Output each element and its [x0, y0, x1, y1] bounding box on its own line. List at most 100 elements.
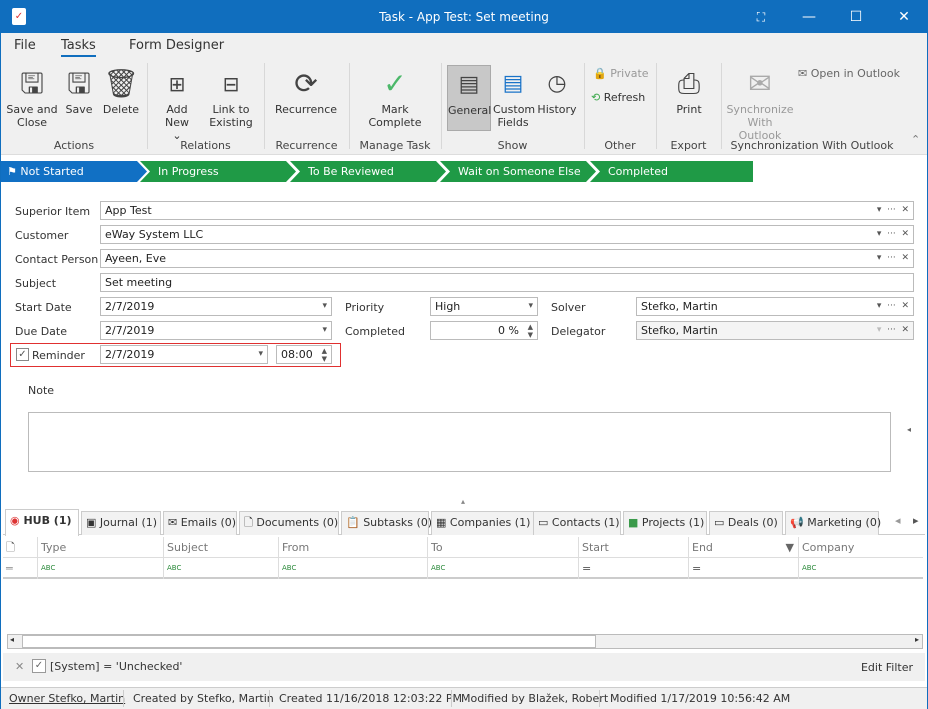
general-button[interactable]: ▤ General — [447, 65, 491, 131]
print-button[interactable]: ⎙ Print — [669, 65, 709, 116]
tab-tasks[interactable]: Tasks — [61, 38, 96, 57]
filter-enabled-checkbox[interactable]: ✓ — [32, 659, 46, 673]
save-button[interactable]: 🖫 Save — [63, 65, 95, 116]
filter-type[interactable]: ABC — [37, 558, 163, 579]
column-type[interactable]: Type — [37, 537, 163, 558]
spin-arrows-icon[interactable]: ▲ ▼ — [322, 347, 327, 363]
due-date-field[interactable]: 2/7/2019 ▾ — [100, 321, 332, 340]
customer-field[interactable]: eWay System LLC ▾ ··· ✕ — [100, 225, 914, 244]
chevron-down-icon: ▾ — [528, 301, 533, 311]
new-row-icon[interactable]: 🗋 — [3, 537, 37, 558]
collapse-ribbon-button[interactable]: ⌃ — [911, 133, 920, 147]
start-date-field[interactable]: 2/7/2019 ▾ — [100, 297, 332, 316]
splitter-up-icon[interactable]: ▴ — [461, 497, 465, 506]
filter-subject[interactable]: ABC — [163, 558, 278, 579]
horizontal-scrollbar[interactable]: ◂ ▸ — [7, 634, 923, 649]
close-button[interactable]: ✕ — [889, 7, 919, 27]
chevron-down-icon[interactable]: ▾ — [258, 346, 263, 363]
save-and-close-button[interactable]: 🖫 Save and Close — [6, 65, 58, 129]
stage-to-be-reviewed[interactable]: To Be Reviewed — [290, 161, 446, 182]
custom-fields-icon: ▤ — [502, 71, 524, 96]
note-textarea[interactable] — [28, 412, 891, 472]
column-company[interactable]: Company — [798, 537, 923, 558]
history-button[interactable]: ◷ History — [537, 65, 577, 116]
private-button[interactable]: 🔒 Private — [593, 67, 649, 81]
filter-company[interactable]: ABC — [798, 558, 923, 579]
contact-person-label: Contact Person — [15, 253, 99, 266]
filter-expression[interactable]: [System] = 'Unchecked' — [50, 660, 182, 673]
filter-from[interactable]: ABC — [278, 558, 427, 579]
divider — [599, 690, 600, 707]
tab-hub[interactable]: ◉ HUB (1) — [5, 509, 79, 536]
filter-start[interactable]: = — [578, 558, 688, 579]
delete-button[interactable]: 🗑 Delete — [102, 65, 140, 116]
divider — [269, 690, 270, 707]
group-relations: Relations — [180, 139, 231, 152]
stage-in-progress[interactable]: In Progress — [140, 161, 296, 182]
tab-scroll-left-icon[interactable]: ◂ — [895, 514, 901, 527]
column-subject[interactable]: Subject — [163, 537, 278, 558]
journal-icon: ▣ — [86, 516, 97, 529]
open-in-outlook-button[interactable]: ✉ Open in Outlook — [798, 67, 900, 81]
owner-link[interactable]: Owner Stefko, Martin — [9, 692, 125, 705]
tab-marketing[interactable]: 📢 Marketing (0) — [785, 511, 881, 535]
recurrence-button[interactable]: ⟳ Recurrence — [273, 65, 339, 116]
column-end[interactable]: End ▼ — [688, 537, 798, 558]
completed-spinner[interactable]: 0 % ▲ ▼ — [430, 321, 538, 340]
priority-select[interactable]: High ▾ — [430, 297, 538, 316]
reminder-label: Reminder — [32, 349, 85, 362]
scrollbar-thumb[interactable] — [22, 635, 596, 648]
contact-person-field[interactable]: Ayeen, Eve ▾ ··· ✕ — [100, 249, 914, 268]
stage-not-started[interactable]: ⚑ Not Started — [1, 161, 147, 182]
clear-filter-icon[interactable]: ✕ — [15, 660, 24, 673]
add-new-button[interactable]: ⊞ Add New ⌄ — [153, 65, 201, 142]
tab-companies[interactable]: ▦ Companies (1) — [431, 511, 535, 535]
solver-field[interactable]: Stefko, Martin ▾ ··· ✕ — [636, 297, 914, 316]
tab-emails[interactable]: ✉ Emails (0) — [163, 511, 237, 535]
collapse-left-icon[interactable]: ◂ — [907, 425, 911, 434]
reminder-date-field[interactable]: 2/7/2019 ▾ — [100, 345, 268, 364]
tab-deals[interactable]: ▭ Deals (0) — [709, 511, 783, 535]
maximize-button[interactable]: ☐ — [841, 7, 871, 27]
scroll-right-icon[interactable]: ▸ — [915, 635, 919, 644]
column-from[interactable]: From — [278, 537, 427, 558]
tab-file[interactable]: File — [14, 38, 36, 53]
link-existing-button[interactable]: ⊟ Link to Existing — [205, 65, 257, 129]
chevron-down-icon[interactable]: ▾ — [322, 322, 327, 339]
tab-scroll-right-icon[interactable]: ▸ — [913, 514, 919, 527]
tab-journal[interactable]: ▣ Journal (1) — [81, 511, 161, 535]
reminder-checkbox[interactable]: ✓ — [16, 348, 29, 361]
custom-fields-button[interactable]: ▤ Custom Fields — [493, 65, 535, 129]
dropdown-more-clear-icons[interactable]: ▾ ··· ✕ — [877, 250, 909, 267]
dropdown-more-clear-icons[interactable]: ▾ ··· ✕ — [877, 226, 909, 243]
tab-contacts[interactable]: ▭ Contacts (1) — [533, 511, 621, 535]
dropdown-more-clear-icons[interactable]: ▾ ··· ✕ — [877, 202, 909, 219]
tab-projects[interactable]: ■ Projects (1) — [623, 511, 707, 535]
chevron-down-icon[interactable]: ▾ — [322, 298, 327, 315]
stage-wait-on-someone-else[interactable]: Wait on Someone Else — [440, 161, 596, 182]
superior-item-field[interactable]: App Test ▾ ··· ✕ — [100, 201, 914, 220]
edit-filter-button[interactable]: Edit Filter — [861, 661, 913, 674]
tab-documents[interactable]: 🗋 Documents (0) — [239, 511, 339, 535]
stage-completed[interactable]: Completed — [590, 161, 753, 182]
refresh-button[interactable]: ⟲ Refresh — [591, 91, 645, 105]
ribbon: 🖫 Save and Close 🖫 Save 🗑 Delete Actions ⊞ A… — [1, 61, 927, 155]
mark-complete-button[interactable]: ✓ Mark Complete — [355, 65, 435, 129]
filter-to[interactable]: ABC — [427, 558, 578, 579]
delegator-field[interactable]: Stefko, Martin ▾ ··· ✕ — [636, 321, 914, 340]
minimize-button[interactable]: — — [794, 7, 824, 27]
scroll-left-icon[interactable]: ◂ — [10, 635, 14, 644]
dropdown-more-clear-icons[interactable]: ▾ ··· ✕ — [877, 298, 909, 315]
dropdown-more-clear-icons[interactable]: ▾ ··· ✕ — [877, 322, 909, 339]
spin-arrows-icon[interactable]: ▲ ▼ — [528, 323, 533, 339]
column-start[interactable]: Start — [578, 537, 688, 558]
fullscreen-icon[interactable]: ⛶ — [746, 7, 776, 27]
column-to[interactable]: To — [427, 537, 578, 558]
subject-label: Subject — [15, 277, 57, 290]
reminder-time-spinner[interactable]: 08:00 ▲ ▼ — [276, 345, 332, 364]
filter-end[interactable]: = — [688, 558, 798, 579]
subject-input[interactable]: Set meeting — [100, 273, 914, 292]
synchronize-outlook-button[interactable]: ✉ Synchronize With Outlook — [725, 65, 795, 142]
tab-form-designer[interactable]: Form Designer — [129, 38, 224, 53]
tab-subtasks[interactable]: 📋 Subtasks (0) — [341, 511, 432, 535]
